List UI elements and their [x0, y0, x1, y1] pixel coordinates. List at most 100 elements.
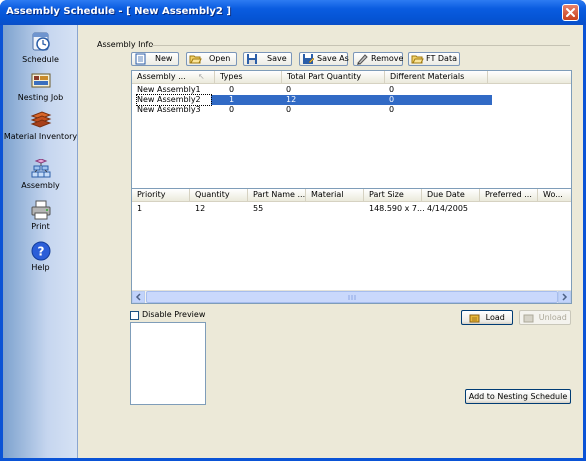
sidebar-item-help[interactable]: ? Help — [3, 241, 78, 273]
sidebar: Schedule Nesting Job Material Inventory — [3, 25, 78, 458]
sidebar-item-assembly[interactable]: Assembly — [3, 159, 78, 191]
load-button-label: Load — [485, 313, 505, 322]
chevron-left-icon — [135, 293, 141, 301]
sidebar-item-material-inventory[interactable]: Material Inventory — [3, 110, 78, 142]
column-header-preferred[interactable]: Preferred ... — [480, 189, 538, 201]
assembly-list-header: Assembly ... ↖ Types Total Part Quantity… — [132, 71, 571, 84]
assembly-info-label: Assembly Info — [97, 40, 154, 49]
sidebar-item-nesting-job[interactable]: Nesting Job — [3, 71, 78, 103]
save-icon — [247, 54, 257, 64]
column-header-material[interactable]: Material — [306, 189, 364, 201]
scroll-left-button[interactable] — [132, 291, 145, 303]
table-row[interactable]: 1 12 55 148.590 x 7... 4/14/2005 — [132, 204, 571, 214]
print-icon — [31, 200, 50, 220]
unload-icon — [523, 314, 534, 322]
column-header-quantity[interactable]: Quantity — [190, 189, 248, 201]
cell-priority: 1 — [137, 204, 143, 213]
parts-list-header: Priority Quantity Part Name ... Material… — [132, 189, 571, 202]
open-button-label: Open — [209, 54, 231, 63]
new-button-label: New — [155, 54, 173, 63]
table-row[interactable]: New Assembly3 0 0 0 — [132, 105, 571, 115]
column-header-due-date[interactable]: Due Date — [422, 189, 480, 201]
unload-button-label: Unload — [538, 313, 567, 322]
sidebar-item-label: Nesting Job — [17, 93, 64, 102]
cell-total-part-quantity: 0 — [286, 105, 292, 114]
cell-different-materials: 0 — [389, 95, 395, 104]
cell-types: 0 — [229, 105, 235, 114]
save-button-label: Save — [267, 54, 287, 63]
cell-different-materials: 0 — [389, 85, 395, 94]
column-header-part-size[interactable]: Part Size — [364, 189, 422, 201]
cell-part-size: 148.590 x 7... — [369, 204, 425, 213]
divider — [151, 45, 570, 46]
cell-types: 1 — [229, 95, 235, 104]
column-header-assembly[interactable]: Assembly ... ↖ — [132, 71, 215, 83]
open-button[interactable]: Open — [186, 52, 237, 66]
remove-icon — [357, 54, 368, 65]
cell-assembly-name: New Assembly1 — [137, 85, 201, 94]
cell-different-materials: 0 — [389, 105, 395, 114]
parts-list[interactable]: Priority Quantity Part Name ... Material… — [131, 188, 572, 304]
table-row[interactable]: New Assembly1 0 0 0 — [132, 85, 571, 95]
close-button[interactable] — [562, 4, 579, 21]
sidebar-item-label: Assembly — [21, 181, 60, 190]
sidebar-item-label: Help — [31, 263, 50, 272]
sort-arrow-icon: ↖ — [198, 72, 205, 81]
cell-quantity: 12 — [195, 204, 206, 213]
disable-preview-label: Disable Preview — [142, 310, 206, 319]
new-document-icon — [135, 53, 146, 65]
save-as-button[interactable]: Save As — [299, 52, 349, 66]
folder-icon — [411, 55, 424, 64]
cell-assembly-name: New Assembly3 — [137, 105, 201, 114]
load-icon — [469, 314, 480, 322]
cell-assembly-name: New Assembly2 — [136, 94, 212, 106]
ft-data-button[interactable]: FT Data — [408, 52, 460, 66]
unload-button[interactable]: Unload — [519, 310, 571, 325]
cell-total-part-quantity: 0 — [286, 85, 292, 94]
sidebar-item-label: Schedule — [22, 55, 59, 64]
save-as-button-label: Save As — [317, 54, 349, 63]
preview-pane — [130, 322, 206, 405]
sidebar-item-schedule[interactable]: Schedule — [3, 31, 78, 65]
horizontal-scrollbar[interactable] — [132, 290, 571, 303]
scroll-thumb[interactable] — [146, 291, 558, 303]
load-button[interactable]: Load — [461, 310, 513, 325]
title-bar[interactable]: Assembly Schedule - [ New Assembly2 ] — [0, 0, 586, 25]
cell-types: 0 — [229, 85, 235, 94]
close-icon — [566, 8, 575, 17]
column-header-types[interactable]: Types — [215, 71, 282, 83]
help-icon: ? — [31, 241, 50, 261]
app-window: Assembly Schedule - [ New Assembly2 ] Sc… — [0, 0, 586, 461]
new-button[interactable]: New — [131, 52, 179, 66]
svg-text:?: ? — [37, 245, 44, 259]
column-header-wo[interactable]: Wo... — [538, 189, 571, 201]
schedule-icon — [32, 32, 50, 51]
remove-button-label: Remove — [371, 54, 404, 63]
column-header-total-part-quantity[interactable]: Total Part Quantity — [282, 71, 385, 83]
save-button[interactable]: Save — [243, 52, 292, 66]
scroll-right-button[interactable] — [558, 291, 571, 303]
assembly-icon — [31, 159, 50, 178]
material-inventory-icon — [30, 111, 51, 128]
sidebar-item-print[interactable]: Print — [3, 200, 78, 232]
folder-open-icon — [189, 55, 202, 64]
window-title: Assembly Schedule - [ New Assembly2 ] — [6, 6, 231, 17]
column-header-priority[interactable]: Priority — [132, 189, 190, 201]
add-to-nesting-schedule-button[interactable]: Add to Nesting Schedule — [465, 389, 571, 404]
cell-total-part-quantity: 12 — [286, 95, 297, 104]
sidebar-item-label: Print — [31, 222, 50, 231]
save-as-icon — [303, 54, 315, 64]
cell-part-name: 55 — [253, 204, 264, 213]
disable-preview-checkbox[interactable] — [130, 311, 139, 320]
table-row-selected[interactable]: New Assembly2 1 12 0 — [136, 94, 492, 106]
remove-button[interactable]: Remove — [353, 52, 403, 66]
ft-data-button-label: FT Data — [426, 54, 457, 63]
grip-icon — [348, 295, 356, 300]
column-header-label: Assembly ... — [137, 72, 186, 81]
column-header-part-name[interactable]: Part Name ... — [248, 189, 306, 201]
cell-due-date: 4/14/2005 — [427, 204, 469, 213]
chevron-right-icon — [562, 293, 568, 301]
sidebar-item-label: Material Inventory — [3, 132, 78, 141]
column-header-different-materials[interactable]: Different Materials — [385, 71, 488, 83]
client-area: Schedule Nesting Job Material Inventory — [3, 25, 583, 458]
